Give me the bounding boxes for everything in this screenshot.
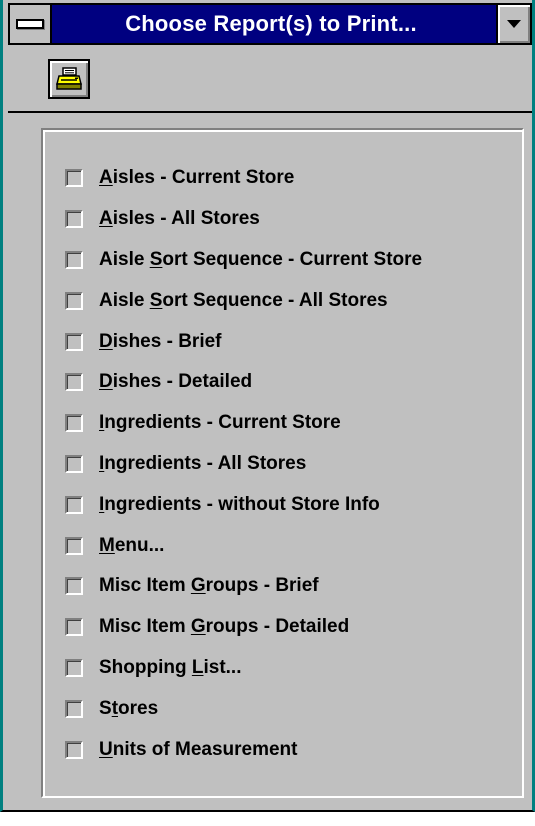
report-label: Shopping List...	[99, 656, 242, 678]
report-checkbox[interactable]	[65, 658, 83, 677]
report-checkbox[interactable]	[65, 332, 83, 351]
report-checkbox[interactable]	[65, 536, 83, 555]
report-checkbox[interactable]	[65, 210, 83, 229]
minimize-button[interactable]	[496, 5, 530, 43]
accelerator-key: G	[190, 575, 206, 597]
report-label: Stores	[99, 697, 159, 719]
accelerator-key: A	[99, 208, 113, 230]
accelerator-key: D	[99, 371, 113, 393]
report-label: Misc Item Groups - Brief	[99, 575, 319, 597]
print-button[interactable]	[48, 59, 90, 99]
accelerator-key: S	[149, 248, 163, 270]
accelerator-key: G	[190, 616, 206, 638]
report-checkbox[interactable]	[65, 250, 83, 269]
report-checkbox[interactable]	[65, 169, 83, 188]
report-checkbox[interactable]	[65, 740, 83, 759]
report-label: Ingredients - Current Store	[99, 412, 341, 434]
report-option[interactable]: Aisle Sort Sequence - All Stores	[65, 280, 422, 321]
report-checkbox[interactable]	[65, 699, 83, 718]
report-label: Dishes - Brief	[99, 330, 222, 352]
report-label: Aisles - Current Store	[99, 167, 295, 189]
title-bar[interactable]: Choose Report(s) to Print...	[8, 3, 532, 45]
report-option[interactable]: Ingredients - without Store Info	[65, 484, 422, 525]
report-option[interactable]: Dishes - Brief	[65, 321, 422, 362]
report-label: Aisle Sort Sequence - Current Store	[99, 248, 423, 270]
report-checkbox[interactable]	[65, 618, 83, 637]
report-label: Aisle Sort Sequence - All Stores	[99, 289, 388, 311]
report-option[interactable]: Aisle Sort Sequence - Current Store	[65, 240, 422, 281]
report-option[interactable]: Ingredients - Current Store	[65, 403, 422, 444]
accelerator-key: A	[99, 167, 113, 189]
report-checkbox[interactable]	[65, 577, 83, 596]
report-checkbox[interactable]	[65, 454, 83, 473]
report-label: Aisles - All Stores	[99, 208, 260, 230]
accelerator-key: M	[99, 534, 115, 556]
report-option[interactable]: Shopping List...	[65, 648, 422, 689]
report-label: Units of Measurement	[99, 738, 298, 760]
toolbar	[8, 45, 532, 113]
report-label: Ingredients - without Store Info	[99, 493, 380, 515]
report-option[interactable]: Misc Item Groups - Brief	[65, 566, 422, 607]
printer-icon	[56, 67, 82, 90]
window-title: Choose Report(s) to Print...	[125, 11, 417, 36]
report-checkbox[interactable]	[65, 414, 83, 433]
report-option[interactable]: Menu...	[65, 525, 422, 566]
report-option[interactable]: Units of Measurement	[65, 729, 422, 770]
report-option[interactable]: Stores	[65, 688, 422, 729]
report-option[interactable]: Aisles - All Stores	[65, 199, 422, 240]
report-checkbox[interactable]	[65, 291, 83, 310]
minimize-arrow-icon	[507, 20, 521, 28]
report-checkbox[interactable]	[65, 495, 83, 514]
report-option[interactable]: Aisles - Current Store	[65, 158, 422, 199]
report-checkbox-list: Aisles - Current Store Aisles - All Store…	[65, 158, 422, 770]
report-option[interactable]: Dishes - Detailed	[65, 362, 422, 403]
accelerator-key: D	[99, 330, 113, 352]
system-menu-icon	[16, 19, 44, 29]
accelerator-key: U	[99, 738, 113, 760]
report-dialog-window: Choose Report(s) to Print... Aisles - Cu…	[0, 0, 535, 812]
system-menu-button[interactable]	[10, 5, 52, 43]
accelerator-key: S	[149, 289, 163, 311]
report-label: Menu...	[99, 534, 165, 556]
report-label: Dishes - Detailed	[99, 371, 253, 393]
report-option[interactable]: Ingredients - All Stores	[65, 444, 422, 485]
report-label: Ingredients - All Stores	[99, 452, 307, 474]
report-label: Misc Item Groups - Detailed	[99, 616, 350, 638]
accelerator-key: L	[191, 656, 204, 678]
report-option[interactable]: Misc Item Groups - Detailed	[65, 607, 422, 648]
report-list-panel: Aisles - Current Store Aisles - All Store…	[41, 128, 524, 798]
report-checkbox[interactable]	[65, 373, 83, 392]
